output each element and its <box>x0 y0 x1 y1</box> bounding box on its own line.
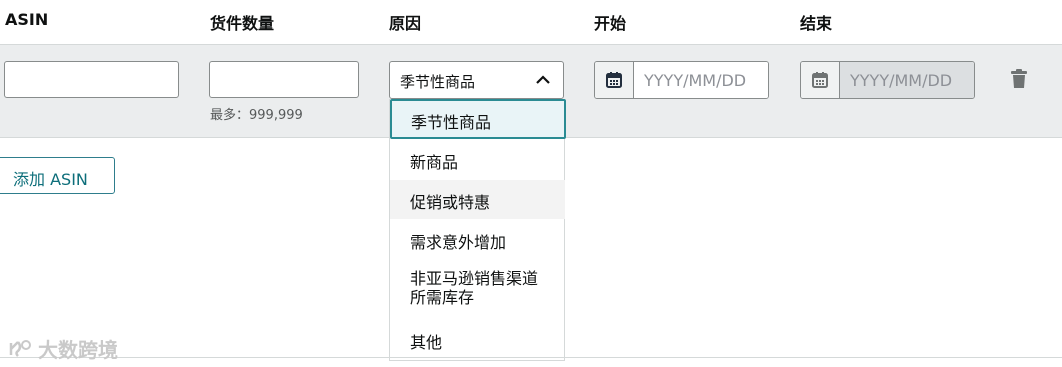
option-unexpected-demand[interactable]: 需求意外增加 <box>390 229 565 253</box>
quantity-max-hint: 最多：999,999 <box>210 108 303 123</box>
header-end: 结束 <box>800 14 833 33</box>
watermark-text: 大数跨境 <box>38 338 118 362</box>
option-other[interactable]: 其他 <box>390 329 565 353</box>
end-date-input[interactable]: YYYY/MM/DD <box>840 62 974 98</box>
quantity-input[interactable] <box>209 61 359 98</box>
watermark: 大数跨境 <box>8 334 118 363</box>
header-quantity: 货件数量 <box>210 14 275 33</box>
header-reason: 原因 <box>389 14 422 33</box>
reason-select-value: 季节性商品 <box>400 73 476 91</box>
option-seasonal[interactable]: 季节性商品 <box>390 99 566 139</box>
option-non-amazon-channel[interactable]: 非亚马逊销售渠道所需库存 <box>390 269 545 307</box>
add-asin-button[interactable]: 添加 ASIN <box>0 157 115 194</box>
reason-select[interactable]: 季节性商品 <box>389 61 564 99</box>
start-calendar-button[interactable] <box>595 62 634 98</box>
watermark-logo-icon <box>9 339 31 357</box>
trash-icon[interactable] <box>1010 69 1028 89</box>
option-promotion[interactable]: 促销或特惠 <box>390 180 565 219</box>
reason-dropdown-menu: 季节性商品 新商品 促销或特惠 需求意外增加 非亚马逊销售渠道所需库存 其他 <box>389 99 566 361</box>
calendar-icon <box>606 72 622 88</box>
asin-input[interactable] <box>4 61 179 98</box>
end-date-picker[interactable]: YYYY/MM/DD <box>800 61 975 99</box>
divider <box>0 357 1062 358</box>
header-start: 开始 <box>594 14 627 33</box>
calendar-icon <box>812 72 828 88</box>
header-asin: ASIN <box>5 10 49 29</box>
start-date-input[interactable]: YYYY/MM/DD <box>634 62 768 98</box>
end-calendar-button[interactable] <box>801 62 840 98</box>
chevron-up-icon <box>536 75 550 84</box>
start-date-picker[interactable]: YYYY/MM/DD <box>594 61 769 99</box>
option-new-product[interactable]: 新商品 <box>390 149 565 173</box>
